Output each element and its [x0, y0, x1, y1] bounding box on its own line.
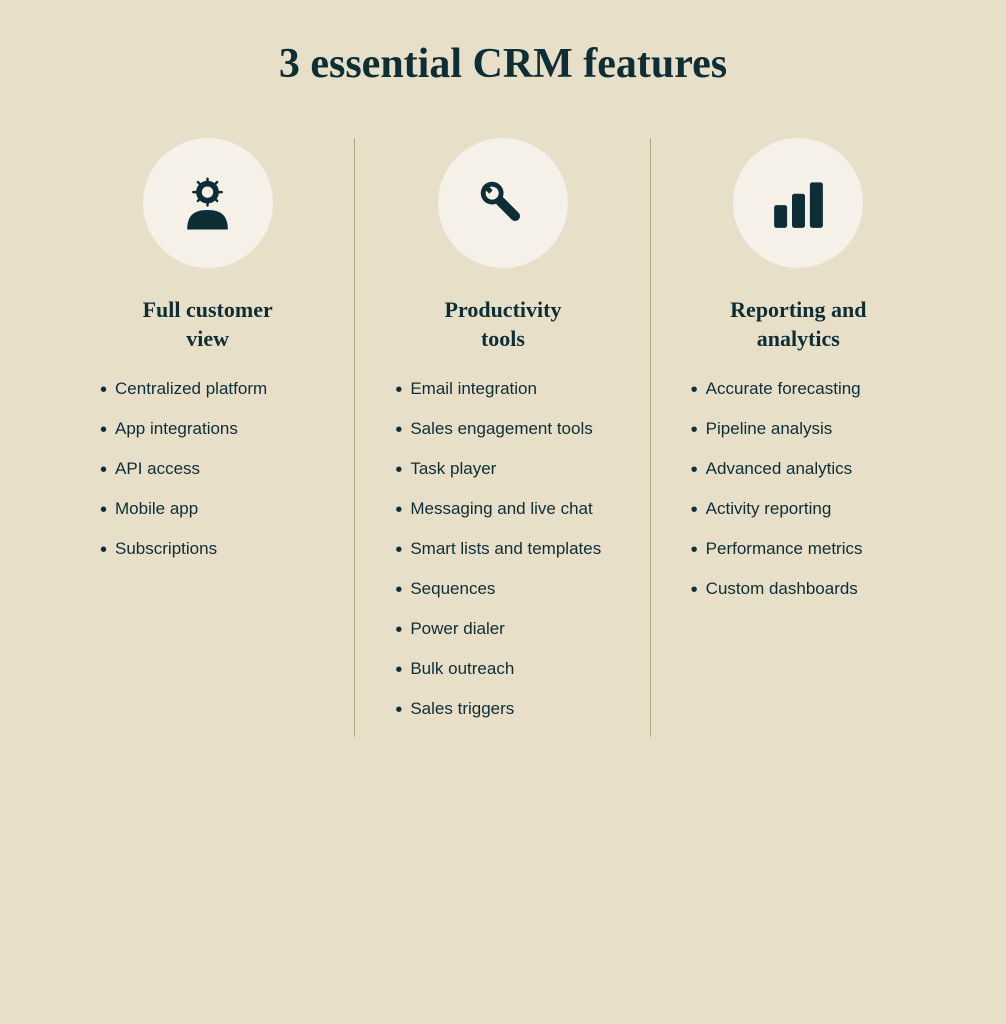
person-icon — [175, 171, 240, 236]
list-item: Mobile app — [100, 497, 325, 523]
column-reporting-analytics: Reporting andanalytics Accurate forecast… — [651, 138, 946, 737]
chart-icon-circle — [733, 138, 863, 268]
wrench-icon-circle — [438, 138, 568, 268]
list-item: Accurate forecasting — [691, 377, 916, 403]
column-productivity-tools: Productivitytools Email integration Sale… — [355, 138, 650, 737]
chart-icon — [766, 171, 831, 236]
list-item: App integrations — [100, 417, 325, 443]
columns-container: Full customerview Centralized platform A… — [60, 138, 946, 737]
page-wrapper: 3 essential CRM features — [0, 0, 1006, 1024]
column-title-productivity: Productivitytools — [445, 296, 562, 353]
feature-list-reporting: Accurate forecasting Pipeline analysis A… — [681, 377, 916, 617]
list-item: Advanced analytics — [691, 457, 916, 483]
list-item: Activity reporting — [691, 497, 916, 523]
list-item: API access — [100, 457, 325, 483]
list-item: Smart lists and templates — [395, 537, 620, 563]
list-item: Centralized platform — [100, 377, 325, 403]
person-icon-circle — [143, 138, 273, 268]
list-item: Subscriptions — [100, 537, 325, 563]
wrench-icon — [470, 171, 535, 236]
column-title-customer-view: Full customerview — [143, 296, 273, 353]
column-full-customer-view: Full customerview Centralized platform A… — [60, 138, 355, 737]
list-item: Sales engagement tools — [395, 417, 620, 443]
list-item: Sequences — [395, 577, 620, 603]
feature-list-productivity: Email integration Sales engagement tools… — [385, 377, 620, 737]
page-title: 3 essential CRM features — [279, 40, 727, 88]
list-item: Performance metrics — [691, 537, 916, 563]
list-item: Power dialer — [395, 617, 620, 643]
list-item: Email integration — [395, 377, 620, 403]
list-item: Task player — [395, 457, 620, 483]
list-item: Custom dashboards — [691, 577, 916, 603]
list-item: Messaging and live chat — [395, 497, 620, 523]
feature-list-customer-view: Centralized platform App integrations AP… — [90, 377, 325, 577]
list-item: Sales triggers — [395, 697, 620, 723]
column-title-reporting: Reporting andanalytics — [730, 296, 866, 353]
list-item: Bulk outreach — [395, 657, 620, 683]
list-item: Pipeline analysis — [691, 417, 916, 443]
